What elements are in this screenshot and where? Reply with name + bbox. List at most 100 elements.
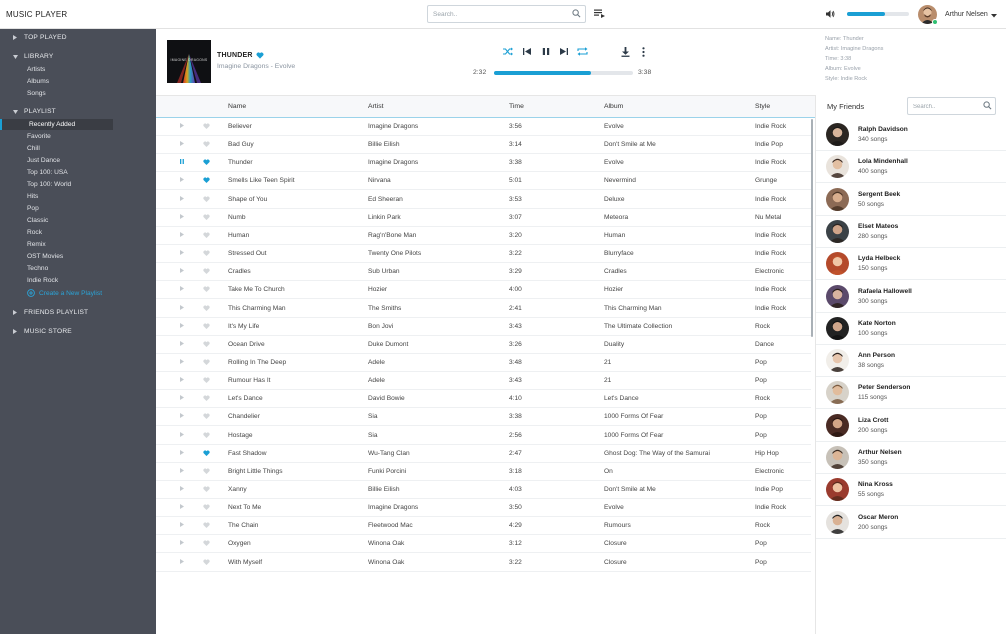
heart-icon[interactable] — [203, 395, 210, 404]
table-row[interactable]: The Chain Fleetwood Mac 4:29 Rumours Rock — [156, 517, 811, 536]
sidebar-item-classic[interactable]: Classic — [2, 215, 113, 226]
column-header-name[interactable]: Name — [228, 103, 246, 110]
table-row[interactable]: Bad Guy Billie Eilish 3:14 Don't Smile at M… — [156, 136, 811, 155]
friend-avatar[interactable] — [826, 219, 849, 243]
friend-list-item[interactable]: Peter Senderson 115 songs — [816, 377, 1006, 410]
table-row[interactable]: Ocean Drive Duke Dumont 3:26 Duality Dance — [156, 336, 811, 354]
heart-icon[interactable] — [203, 286, 210, 295]
friend-list-item[interactable]: Ann Person 38 songs — [816, 345, 1006, 378]
sidebar-item-ost-movies[interactable]: OST Movies — [2, 252, 113, 263]
volume-icon[interactable] — [826, 10, 835, 20]
friend-avatar[interactable] — [826, 510, 849, 534]
sidebar-item-rock[interactable]: Rock — [2, 227, 113, 238]
friend-avatar[interactable] — [826, 381, 849, 405]
download-icon[interactable] — [621, 47, 630, 59]
friend-avatar[interactable] — [826, 316, 849, 340]
play-icon[interactable] — [180, 449, 184, 457]
heart-icon[interactable] — [203, 413, 210, 422]
table-row[interactable]: Xanny Billie Eilish 4:03 Don't Smile at Me I… — [156, 481, 811, 499]
repeat-icon[interactable] — [577, 47, 588, 58]
heart-icon[interactable] — [203, 559, 210, 568]
heart-icon[interactable] — [203, 341, 210, 350]
search-icon[interactable] — [572, 9, 581, 20]
table-row[interactable]: Rumour Has It Adele 3:43 21 Pop — [156, 372, 811, 391]
heart-icon[interactable] — [203, 214, 210, 223]
global-search-input[interactable] — [433, 9, 563, 20]
sidebar-section-library[interactable]: LIBRARY — [0, 51, 156, 63]
play-icon[interactable] — [180, 195, 184, 203]
play-icon[interactable] — [180, 395, 184, 402]
search-icon[interactable] — [983, 101, 992, 112]
friend-list-item[interactable]: Kate Norton 100 songs — [816, 313, 1006, 345]
play-icon[interactable] — [180, 177, 184, 184]
more-vertical-icon[interactable] — [642, 47, 645, 59]
pause-icon[interactable] — [542, 47, 550, 58]
heart-icon[interactable] — [203, 141, 210, 150]
sidebar-item-songs[interactable]: Songs — [2, 88, 113, 99]
heart-icon[interactable] — [203, 268, 210, 277]
column-header-artist[interactable]: Artist — [368, 103, 383, 110]
previous-icon[interactable] — [523, 47, 531, 58]
heart-icon[interactable] — [203, 232, 210, 241]
column-header-style[interactable]: Style — [755, 103, 770, 110]
sidebar-section-playlist[interactable]: PLAYLIST — [0, 106, 156, 118]
heart-icon[interactable] — [203, 123, 210, 132]
friend-avatar[interactable] — [826, 349, 849, 373]
sidebar-item-techno[interactable]: Techno — [2, 264, 113, 275]
table-row[interactable]: Oxygen Winona Oak 3:12 Closure Pop — [156, 535, 811, 554]
sidebar-item-chill[interactable]: Chill — [2, 143, 113, 154]
heart-icon[interactable] — [203, 250, 210, 259]
table-row[interactable]: Stressed Out Twenty One Pilots 3:22 Blurryf… — [156, 245, 811, 264]
heart-icon[interactable] — [203, 540, 210, 549]
table-row[interactable]: Human Rag'n'Bone Man 3:20 Human Indie Rock — [156, 227, 811, 245]
table-row[interactable]: Take Me To Church Hozier 4:00 Hozier Indie R… — [156, 281, 811, 300]
friend-list-item[interactable]: Elset Mateos 280 songs — [816, 216, 1006, 248]
friend-avatar[interactable] — [826, 155, 849, 179]
play-icon[interactable] — [180, 467, 184, 475]
sidebar-item-indie-rock[interactable]: Indie Rock — [2, 276, 113, 287]
heart-icon[interactable] — [203, 159, 210, 168]
play-icon[interactable] — [180, 340, 184, 348]
table-row[interactable]: Thunder Imagine Dragons 3:38 Evolve Indie Ro… — [156, 154, 811, 173]
sidebar-item-recently-added[interactable]: Recently Added — [0, 119, 113, 130]
heart-icon[interactable] — [203, 377, 210, 386]
play-icon[interactable] — [180, 522, 184, 529]
table-row[interactable]: Shape of You Ed Sheeran 3:53 Deluxe Indie Ro… — [156, 191, 811, 209]
play-icon[interactable] — [180, 268, 184, 275]
table-row[interactable]: Next To Me Imagine Dragons 3:50 Evolve Indie… — [156, 499, 811, 518]
shuffle-icon[interactable] — [503, 47, 513, 58]
friends-search[interactable] — [907, 97, 996, 115]
heart-icon[interactable] — [203, 196, 210, 205]
next-icon[interactable] — [560, 47, 568, 58]
play-icon[interactable] — [180, 558, 184, 566]
table-row[interactable]: Chandelier Sia 3:38 1000 Forms Of Fear Pop — [156, 408, 811, 427]
friend-avatar[interactable] — [826, 187, 849, 211]
sidebar-item-pop[interactable]: Pop — [2, 203, 113, 214]
sidebar-item-albums[interactable]: Albums — [2, 76, 113, 87]
sidebar-item-artists[interactable]: Artists — [2, 64, 113, 75]
create-playlist-button[interactable]: Create a New Playlist — [27, 288, 147, 299]
track-list-scrollbar[interactable] — [811, 119, 813, 337]
table-row[interactable]: It's My Life Bon Jovi 3:43 The Ultimate Col… — [156, 318, 811, 336]
heart-icon[interactable] — [203, 522, 210, 531]
heart-icon[interactable] — [203, 305, 210, 314]
heart-icon[interactable] — [203, 504, 210, 513]
column-header-album[interactable]: Album — [604, 103, 623, 110]
sidebar-section-top-played[interactable]: TOP PLAYED — [0, 32, 156, 44]
heart-icon[interactable] — [203, 323, 210, 332]
heart-icon[interactable] — [203, 486, 210, 495]
friend-list-item[interactable]: Rafaela Hallowell 300 songs — [816, 281, 1006, 313]
play-icon[interactable] — [180, 286, 184, 293]
sidebar-item-favorite[interactable]: Favorite — [2, 131, 113, 142]
play-icon[interactable] — [180, 504, 184, 511]
progress-bar[interactable] — [494, 71, 633, 75]
play-icon[interactable] — [180, 304, 184, 312]
friend-list-item[interactable]: Oscar Meron 200 songs — [816, 507, 1006, 539]
sidebar-item-just-dance[interactable]: Just Dance — [2, 155, 113, 166]
table-row[interactable]: Cradles Sub Urban 3:29 Cradles Electronic — [156, 263, 811, 282]
play-icon[interactable] — [180, 123, 184, 130]
friend-list-item[interactable]: Ralph Davidson 340 songs — [816, 119, 1006, 151]
friend-list-item[interactable]: Nina Kross 55 songs — [816, 474, 1006, 507]
table-row[interactable]: Fast Shadow Wu-Tang Clan 2:47 Ghost Dog: Th… — [156, 445, 811, 463]
queue-list-icon[interactable] — [594, 9, 605, 20]
